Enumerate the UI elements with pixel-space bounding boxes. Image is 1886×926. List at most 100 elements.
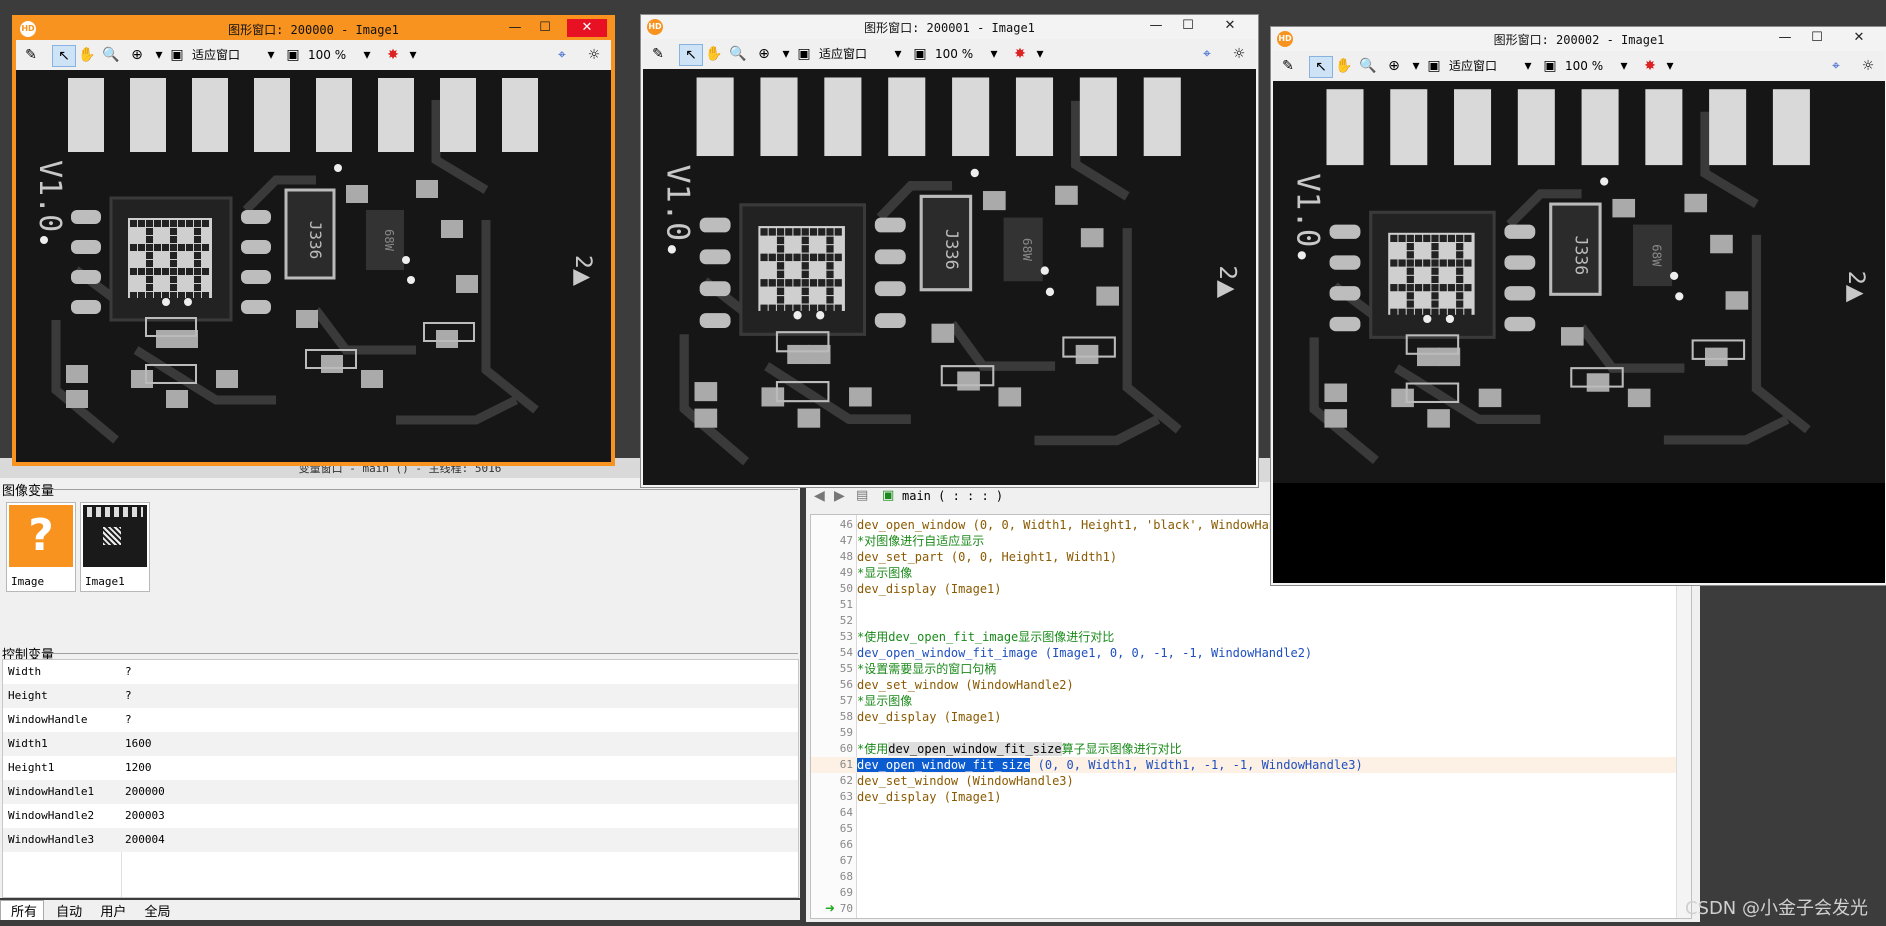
fit-window-icon[interactable]: ▣ <box>1423 56 1445 76</box>
code-line[interactable]: 66 <box>811 837 1691 853</box>
code-line[interactable]: 70 <box>811 901 1691 917</box>
fit-window-icon[interactable]: ▣ <box>166 45 188 65</box>
forward-icon[interactable]: ▶ <box>834 488 850 504</box>
table-row[interactable]: WindowHandle? <box>3 708 798 732</box>
code-line[interactable]: 58 dev_display (Image1) <box>811 709 1691 725</box>
gold-finger <box>1772 89 1810 166</box>
close-button[interactable]: ✕ <box>1839 29 1879 47</box>
minimize-button[interactable]: — <box>501 19 529 37</box>
code-line[interactable]: 67 <box>811 853 1691 869</box>
pixel-info-icon[interactable]: ⌖ <box>551 45 573 65</box>
title-bar[interactable]: HD 图形窗口: 200002 - Image1 — ☐ ✕ <box>1271 27 1886 51</box>
code-line[interactable]: 69 <box>811 885 1691 901</box>
pen-icon[interactable]: ✎ <box>20 45 42 65</box>
code-line[interactable]: 51 <box>811 597 1691 613</box>
lightbulb-icon[interactable]: ☼ <box>1228 44 1250 64</box>
zoom-mode-select[interactable]: 适应窗口 <box>1449 56 1497 76</box>
table-row[interactable]: WindowHandle2 200003 <box>3 804 798 828</box>
pen-icon[interactable]: ✎ <box>1277 56 1299 76</box>
zoom-in-icon[interactable]: ⊕ <box>126 45 148 65</box>
code-line[interactable]: 65 <box>811 821 1691 837</box>
title-bar[interactable]: HD 图形窗口: 200000 - Image1 — ☐ ✕ <box>14 17 613 41</box>
solder-pad <box>849 387 872 407</box>
color-tool-icon[interactable]: ✸ <box>1009 44 1031 64</box>
dropdown-arrow-icon[interactable]: ▾ <box>1613 56 1635 76</box>
zoom-mode-select[interactable]: 适应窗口 <box>192 45 240 65</box>
tab-all[interactable]: 所有 <box>0 900 45 920</box>
lightbulb-icon[interactable]: ☼ <box>1857 56 1879 76</box>
dropdown-arrow-icon[interactable]: ▾ <box>260 45 282 65</box>
magnifier-icon[interactable]: 🔍 <box>100 45 122 65</box>
pointer-icon[interactable]: ↖ <box>1309 56 1333 78</box>
magnifier-icon[interactable]: 🔍 <box>727 44 749 64</box>
maximize-button[interactable]: ☐ <box>1174 17 1202 35</box>
image-display[interactable]: J336 68W V1.0 2▲ <box>1273 81 1885 483</box>
code-line[interactable]: 56 dev_set_window (WindowHandle2) <box>811 677 1691 693</box>
table-row[interactable]: WindowHandle3 200004 <box>3 828 798 852</box>
code-line[interactable]: 53 *使用dev_open_fit_image显示图像进行对比 <box>811 629 1691 645</box>
fit-window-icon[interactable]: ▣ <box>793 44 815 64</box>
pointer-icon[interactable]: ↖ <box>679 44 703 66</box>
maximize-button[interactable]: ☐ <box>1803 29 1831 47</box>
color-tool-icon[interactable]: ✸ <box>382 45 404 65</box>
code-line[interactable]: 59 <box>811 725 1691 741</box>
minimize-button[interactable]: — <box>1142 17 1170 35</box>
maximize-button[interactable]: ☐ <box>531 19 559 37</box>
image-display[interactable]: J336 68W V1.0 2▲ <box>16 70 611 462</box>
table-row[interactable]: WindowHandle1 200000 <box>3 780 798 804</box>
dropdown-arrow-icon[interactable]: ▾ <box>983 44 1005 64</box>
code-line[interactable]: 54 dev_open_window_fit_image (Image1, 0, … <box>811 645 1691 661</box>
zoom-in-icon[interactable]: ⊕ <box>1383 56 1405 76</box>
zoom-mode-select[interactable]: 适应窗口 <box>819 44 867 64</box>
table-row[interactable]: Height? <box>3 684 798 708</box>
close-button[interactable]: ✕ <box>567 19 607 37</box>
tab-auto[interactable]: 自动 <box>46 901 88 920</box>
dropdown-arrow-icon[interactable]: ▾ <box>402 45 424 65</box>
hand-icon[interactable]: ✋ <box>1333 56 1355 76</box>
graphics-window-200000[interactable]: HD 图形窗口: 200000 - Image1 — ☐ ✕ ✎ ↖ ✋ 🔍 ⊕ ▾ ▣ 适应… <box>12 15 615 466</box>
dropdown-arrow-icon[interactable]: ▾ <box>1517 56 1539 76</box>
code-line[interactable]: 63 dev_display (Image1) <box>811 789 1691 805</box>
tab-global[interactable]: 全局 <box>134 901 176 920</box>
dropdown-arrow-icon[interactable]: ▾ <box>1029 44 1051 64</box>
table-row[interactable]: Width? <box>3 660 798 684</box>
zoom-select[interactable]: 100 % <box>935 44 973 64</box>
zoom-select[interactable]: 100 % <box>1565 56 1603 76</box>
pixel-info-icon[interactable]: ⌖ <box>1196 44 1218 64</box>
dropdown-arrow-icon[interactable]: ▾ <box>1659 56 1681 76</box>
back-icon[interactable]: ◀ <box>814 488 830 504</box>
table-row[interactable]: Height1 1200 <box>3 756 798 780</box>
code-line[interactable]: 57 *显示图像 <box>811 693 1691 709</box>
code-line[interactable]: 55 *设置需要显示的窗口句柄 <box>811 661 1691 677</box>
image-var-image1[interactable]: Image1 <box>80 502 150 592</box>
pixel-info-icon[interactable]: ⌖ <box>1825 56 1847 76</box>
pen-icon[interactable]: ✎ <box>647 44 669 64</box>
lightbulb-icon[interactable]: ☼ <box>583 45 605 65</box>
image-var-image[interactable]: ? Image <box>6 502 76 592</box>
code-line[interactable]: 68 <box>811 869 1691 885</box>
code-line[interactable]: 62 dev_set_window (WindowHandle3) <box>811 773 1691 789</box>
image-display[interactable]: J336 68W V1.0 2▲ <box>643 69 1256 485</box>
close-button[interactable]: ✕ <box>1210 17 1250 35</box>
dropdown-arrow-icon[interactable]: ▾ <box>356 45 378 65</box>
dropdown-arrow-icon[interactable]: ▾ <box>887 44 909 64</box>
code-line[interactable]: 52 <box>811 613 1691 629</box>
pointer-icon[interactable]: ↖ <box>52 45 76 67</box>
folder-icon[interactable]: ▤ <box>856 488 872 504</box>
code-line[interactable]: 60 *使用dev_open_window_fit_size算子显示图像进行对比 <box>811 741 1691 757</box>
color-tool-icon[interactable]: ✸ <box>1639 56 1661 76</box>
hand-icon[interactable]: ✋ <box>76 45 98 65</box>
graphics-window-200002[interactable]: HD 图形窗口: 200002 - Image1 — ☐ ✕ ✎ ↖ ✋ 🔍 ⊕ ▾ ▣ 适应… <box>1270 26 1886 586</box>
tab-user[interactable]: 用户 <box>90 901 132 920</box>
hand-icon[interactable]: ✋ <box>703 44 725 64</box>
procedure-name[interactable]: main ( : : : ) <box>902 489 1003 503</box>
magnifier-icon[interactable]: 🔍 <box>1357 56 1379 76</box>
minimize-button[interactable]: — <box>1771 29 1799 47</box>
code-line[interactable]: 64 <box>811 805 1691 821</box>
graphics-window-200001[interactable]: HD 图形窗口: 200001 - Image1 — ☐ ✕ ✎ ↖ ✋ 🔍 ⊕ ▾ ▣ 适应… <box>640 14 1259 488</box>
zoom-in-icon[interactable]: ⊕ <box>753 44 775 64</box>
code-line[interactable]: 61 dev_open_window_fit_size (0, 0, Width1… <box>811 757 1691 773</box>
title-bar[interactable]: HD 图形窗口: 200001 - Image1 — ☐ ✕ <box>641 15 1258 39</box>
table-row[interactable]: Width1 1600 <box>3 732 798 756</box>
zoom-select[interactable]: 100 % <box>308 45 346 65</box>
